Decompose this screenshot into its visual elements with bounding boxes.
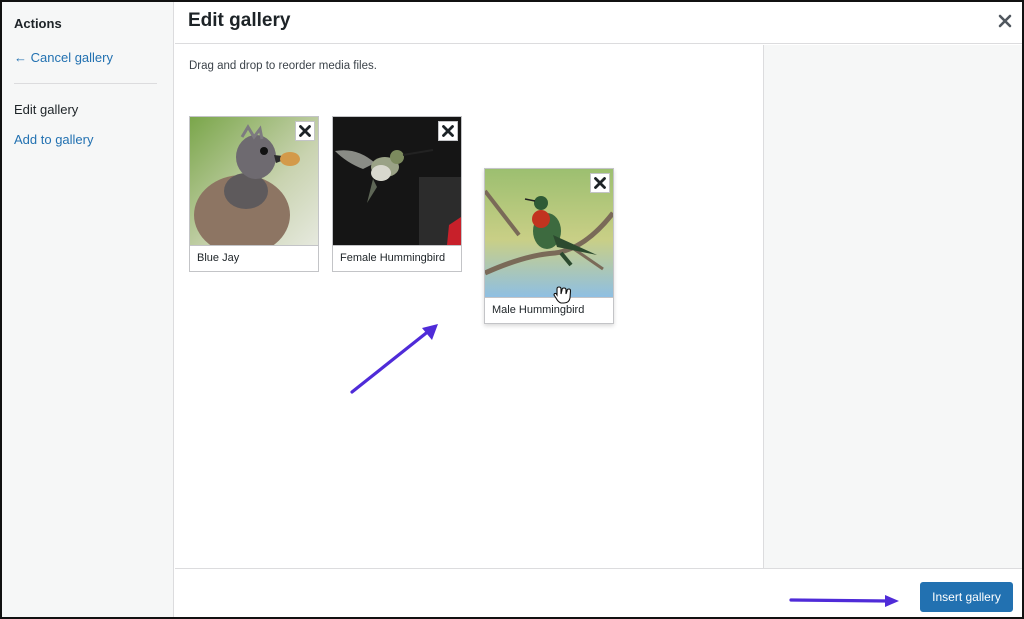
gallery-item-female-hummingbird[interactable]: Female Hummingbird bbox=[332, 116, 462, 272]
gallery-item-male-hummingbird[interactable]: Male Hummingbird bbox=[484, 168, 614, 324]
remove-item-button[interactable] bbox=[590, 173, 610, 193]
sidebar-separator bbox=[14, 83, 157, 84]
media-menu-sidebar: Actions ← Cancel gallery Edit gallery Ad… bbox=[2, 2, 174, 617]
item-caption: Female Hummingbird bbox=[333, 245, 461, 271]
media-toolbar: Insert gallery bbox=[175, 568, 1022, 617]
attachment-details-pane bbox=[763, 45, 1022, 568]
add-to-gallery-link[interactable]: Add to gallery bbox=[14, 132, 94, 147]
remove-item-button[interactable] bbox=[295, 121, 315, 141]
gallery-content: Drag and drop to reorder media files. Bl… bbox=[175, 45, 763, 568]
gallery-item-blue-jay[interactable]: Blue Jay bbox=[189, 116, 319, 272]
remove-item-button[interactable] bbox=[438, 121, 458, 141]
item-caption: Blue Jay bbox=[190, 245, 318, 271]
sidebar-item-edit-gallery[interactable]: Edit gallery bbox=[14, 102, 78, 117]
page-title: Edit gallery bbox=[188, 10, 291, 31]
modal-title-bar: Edit gallery bbox=[175, 2, 1022, 44]
sidebar-heading: Actions bbox=[14, 16, 62, 31]
media-modal: Actions ← Cancel gallery Edit gallery Ad… bbox=[0, 0, 1024, 619]
close-icon[interactable] bbox=[996, 12, 1014, 30]
item-caption: Male Hummingbird bbox=[485, 297, 613, 323]
insert-gallery-button[interactable]: Insert gallery bbox=[920, 582, 1013, 612]
reorder-instructions: Drag and drop to reorder media files. bbox=[189, 60, 377, 72]
cancel-gallery-link[interactable]: ← Cancel gallery bbox=[14, 50, 113, 65]
